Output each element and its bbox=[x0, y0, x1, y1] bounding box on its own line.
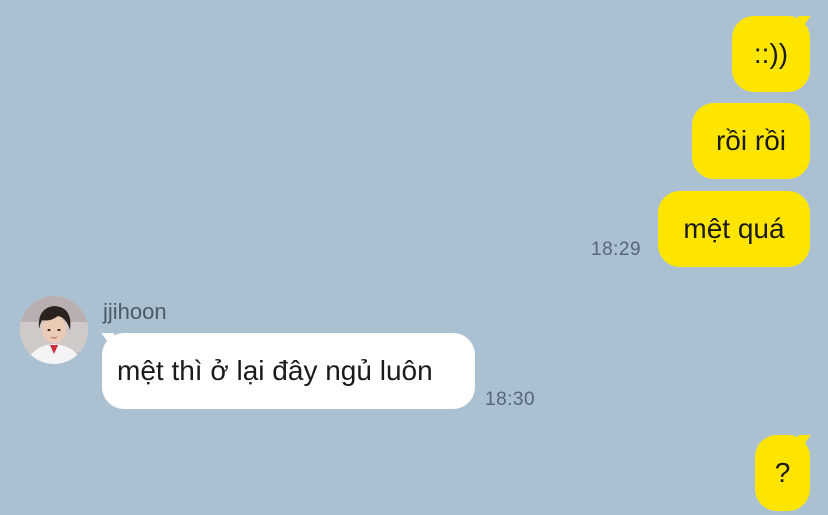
chat-area[interactable]: ::)) rồi rồi mệt quá 18:29 jjihoon mệt t… bbox=[0, 0, 828, 515]
message-timestamp: 18:29 bbox=[591, 239, 642, 260]
bubble-tail bbox=[798, 435, 820, 457]
bubble-tail bbox=[798, 16, 820, 38]
message-text: rồi rồi bbox=[715, 125, 786, 156]
bubble-tail bbox=[92, 333, 114, 355]
message-text: ? bbox=[774, 457, 791, 488]
message-timestamp: 18:30 bbox=[485, 389, 536, 410]
message-text: ::)) bbox=[753, 38, 789, 69]
outgoing-message[interactable]: rồi rồi bbox=[692, 103, 810, 179]
outgoing-message[interactable]: ? bbox=[755, 435, 810, 511]
outgoing-message[interactable]: ::)) bbox=[732, 16, 810, 92]
profile-photo-icon bbox=[20, 296, 88, 364]
incoming-message[interactable]: mệt thì ở lại đây ngủ luôn bbox=[102, 333, 475, 409]
outgoing-message[interactable]: mệt quá bbox=[658, 191, 810, 267]
message-text: mệt thì ở lại đây ngủ luôn bbox=[117, 355, 433, 386]
message-text: mệt quá bbox=[683, 213, 785, 244]
avatar[interactable] bbox=[20, 296, 88, 364]
sender-name[interactable]: jjihoon bbox=[103, 299, 167, 325]
